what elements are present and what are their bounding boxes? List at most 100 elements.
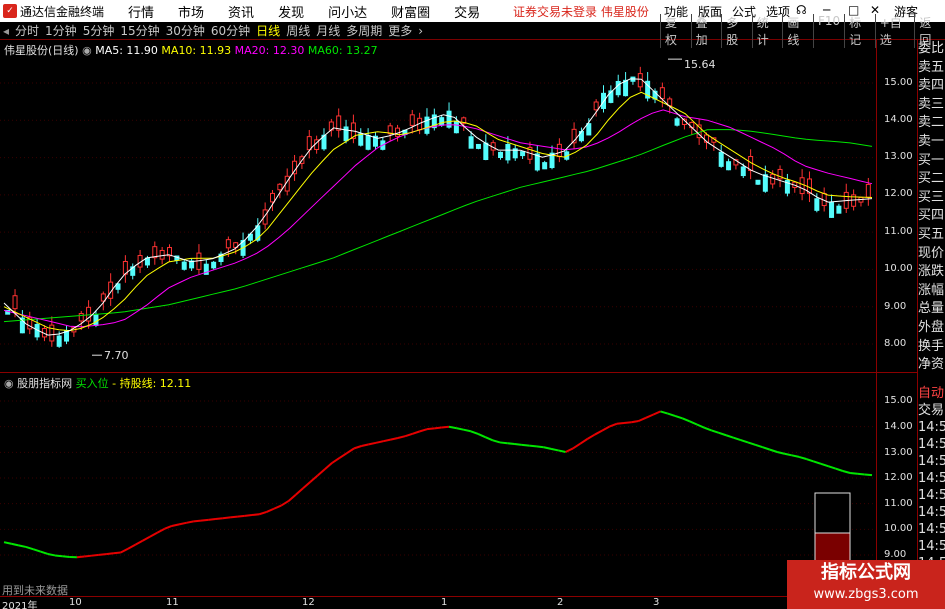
- kline-chart[interactable]: [0, 0, 945, 609]
- hold-line-segment: [747, 441, 756, 446]
- hold-line-segment: [806, 458, 814, 463]
- indicator-tick: 12.00: [884, 472, 913, 483]
- trade-side-panel: 自动 交易 14:56 14:56 14:56 14:56 14:56 14:5…: [918, 385, 945, 572]
- candle-down: [475, 143, 481, 149]
- hold-line-segment: [769, 448, 778, 453]
- hold-line-segment: [681, 417, 691, 423]
- hold-line-segment: [674, 414, 683, 420]
- hold-line-segment: [178, 521, 187, 526]
- legend-dash: -: [112, 377, 117, 390]
- hold-line-segment: [258, 510, 267, 516]
- time-tick: 2: [557, 597, 564, 608]
- position-box-top: [814, 492, 851, 534]
- time-tick: 1: [441, 597, 448, 608]
- legend-ma10: MA10: 11.93: [161, 44, 232, 57]
- hold-line-segment: [579, 438, 589, 445]
- side-item[interactable]: 涨幅: [918, 282, 945, 301]
- indicator-tick: 14.00: [884, 421, 913, 432]
- hold-line-segment: [346, 447, 355, 454]
- hold-line-segment: [230, 515, 238, 519]
- hold-line-segment: [762, 446, 771, 451]
- hold-line-segment: [91, 553, 99, 557]
- candle-up: [770, 173, 776, 185]
- candle-down: [586, 123, 592, 136]
- legend-ma5: MA5: 11.90: [95, 44, 158, 57]
- hold-line-segment: [718, 431, 727, 437]
- side-item[interactable]: 买一: [918, 152, 945, 171]
- price-tick: 15.00: [884, 77, 913, 88]
- hold-line-segment: [507, 442, 515, 446]
- hold-line-segment: [390, 437, 399, 441]
- hold-line-segment: [601, 425, 610, 432]
- hold-line-segment: [798, 455, 807, 460]
- side2-item: 14:56: [918, 437, 945, 452]
- hold-line-segment: [11, 542, 19, 547]
- legend-ma20: MA20: 12.30: [234, 44, 305, 57]
- time-tick: 10: [69, 597, 82, 608]
- side-item[interactable]: 总量: [918, 300, 945, 319]
- candle-down: [365, 134, 371, 150]
- side-item[interactable]: 买三: [918, 189, 945, 208]
- price-tick: 11.00: [884, 226, 913, 237]
- side-item[interactable]: 涨跌: [918, 263, 945, 282]
- price-tick: 13.00: [884, 151, 913, 162]
- indicator-toggle-icon[interactable]: ◉: [4, 377, 14, 390]
- hold-line-segment: [215, 517, 223, 521]
- price-tick: 10.00: [884, 263, 913, 274]
- hold-line-segment: [287, 493, 297, 502]
- candle-down: [615, 81, 621, 96]
- candle-up: [225, 239, 231, 249]
- side-item[interactable]: 外盘: [918, 319, 945, 338]
- hold-line-segment: [32, 548, 41, 553]
- hold-line-segment: [237, 514, 245, 518]
- hold-line-segment: [280, 500, 289, 507]
- side-item[interactable]: 卖一: [918, 133, 945, 152]
- hold-line-segment: [827, 465, 836, 470]
- hold-line-segment: [463, 428, 472, 433]
- hold-line-segment: [412, 430, 421, 435]
- hold-line-segment: [477, 433, 486, 439]
- side-item[interactable]: 买五: [918, 226, 945, 245]
- side2-item: 14:56: [918, 522, 945, 537]
- candle-down: [483, 142, 489, 161]
- time-tick: 11: [166, 597, 179, 608]
- side-item[interactable]: 净资: [918, 356, 945, 375]
- hold-line-segment: [631, 420, 639, 424]
- indicator-tick: 10.00: [884, 523, 913, 534]
- side2-item[interactable]: 自动: [918, 385, 945, 402]
- hold-line-segment: [368, 441, 377, 446]
- side-item[interactable]: 委比: [918, 40, 945, 59]
- hold-line-segment: [302, 481, 312, 490]
- side-item[interactable]: 卖五: [918, 59, 945, 78]
- hold-line-segment: [149, 531, 158, 538]
- indicator-legend: ◉ 股朋指标网 买入位 - 持股线: 12.11: [4, 375, 191, 391]
- hold-line-segment: [25, 545, 34, 551]
- side2-item: 14:56: [918, 539, 945, 554]
- indicator-name[interactable]: 股朋指标网: [17, 377, 72, 390]
- hold-line-segment: [113, 551, 121, 555]
- candle-down: [468, 136, 474, 149]
- side-item[interactable]: 买四: [918, 207, 945, 226]
- side-item[interactable]: 买二: [918, 170, 945, 189]
- hold-line-segment: [754, 443, 763, 449]
- hold-line-segment: [84, 554, 92, 558]
- hold-line-segment: [703, 426, 712, 432]
- hold-line-segment: [375, 440, 384, 444]
- candle-up: [799, 177, 805, 195]
- side-item[interactable]: 换手: [918, 338, 945, 357]
- watermark-url: www.zbgs3.com: [813, 587, 919, 602]
- hold-line-segment: [324, 462, 333, 470]
- side-item[interactable]: 现价: [918, 245, 945, 264]
- side-item[interactable]: 卖三: [918, 96, 945, 115]
- hold-line-segment: [733, 436, 742, 441]
- side2-item[interactable]: 交易: [918, 402, 945, 419]
- side-item[interactable]: 卖二: [918, 114, 945, 133]
- side-item[interactable]: 卖四: [918, 77, 945, 96]
- stock-name[interactable]: 伟星股份(日线): [4, 44, 79, 57]
- hold-line-segment: [594, 429, 603, 436]
- legend-toggle-icon[interactable]: ◉: [82, 44, 92, 57]
- hold-line-segment: [222, 516, 231, 520]
- hold-line-segment: [550, 447, 559, 452]
- indicator-hold: 持股线: 12.11: [119, 377, 192, 390]
- hold-line-segment: [186, 520, 194, 524]
